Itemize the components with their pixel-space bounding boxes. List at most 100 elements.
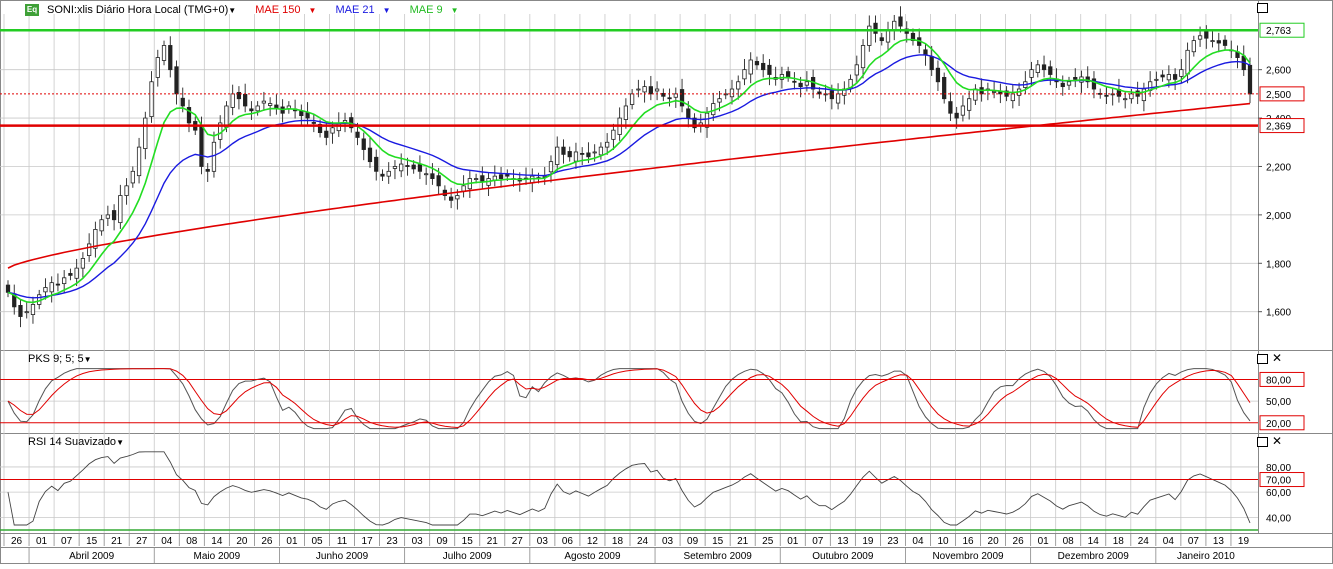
candle-body (1185, 49, 1190, 75)
candle-body (205, 168, 210, 172)
x-day-label: 13 (1213, 536, 1225, 547)
x-day-label: 20 (236, 536, 248, 547)
rsi-label[interactable]: RSI 14 Suavizado (28, 436, 116, 448)
x-month-label: Dezembro 2009 (1058, 551, 1130, 562)
candle-body (111, 210, 117, 221)
x-day-label: 23 (387, 536, 399, 547)
candle-body (835, 93, 841, 104)
x-month-label: Novembro 2009 (932, 551, 1004, 562)
pks-maximize-icon[interactable] (1257, 354, 1268, 364)
candle-body (1048, 66, 1053, 75)
symbol-dropdown-icon[interactable]: ▼ (228, 6, 236, 15)
main-pane-header[interactable]: Eq SONI:xlis Diário Hora Local (TMG+0)▼ M… (25, 3, 467, 18)
candle-body (561, 146, 566, 155)
candle-body (5, 284, 11, 293)
candle-body (973, 88, 978, 101)
rsi-dropdown-icon[interactable]: ▼ (116, 438, 124, 447)
pks-label[interactable]: PKS 9; 5; 5 (28, 353, 84, 365)
candle-body (1154, 78, 1159, 81)
candle-body (255, 105, 260, 112)
x-day-label: 21 (737, 536, 749, 547)
candle-body (1091, 78, 1097, 90)
candle-body (1141, 88, 1147, 102)
candle-body (892, 20, 897, 30)
pks-pane-header[interactable]: PKS 9; 5; 5▼ (28, 352, 100, 367)
candle-body (629, 93, 635, 105)
candle-body (711, 103, 716, 116)
candle-body (935, 67, 941, 83)
candle-body (1129, 93, 1134, 100)
candle-body (392, 166, 398, 169)
candle-body (942, 77, 947, 100)
candle-body (929, 56, 934, 71)
axis-value-label: 2,500 (1266, 90, 1291, 101)
candle-body (1179, 69, 1184, 77)
x-day-label: 12 (587, 536, 599, 547)
x-month-label: Janeiro 2010 (1177, 551, 1235, 562)
candle-body (1160, 74, 1165, 78)
candle-body (605, 141, 610, 148)
candle-body (236, 92, 242, 100)
candle-body (1210, 40, 1215, 43)
x-month-label: Julho 2009 (443, 551, 492, 562)
candle-body (1073, 77, 1078, 80)
candle-body (18, 305, 23, 317)
candle-body (249, 108, 254, 112)
candle-body (461, 185, 466, 192)
x-day-label: 24 (637, 536, 649, 547)
candle-body (1247, 64, 1253, 95)
candle-body (473, 178, 479, 180)
indicator-mae9[interactable]: MAE 9 (410, 4, 443, 16)
candle-body (1104, 94, 1109, 97)
rsi-maximize-icon[interactable] (1257, 437, 1268, 447)
candle-body (573, 151, 579, 162)
candle-body (230, 93, 235, 108)
mae9-dropdown-icon[interactable]: ▼ (451, 6, 459, 15)
mae21-dropdown-icon[interactable]: ▼ (383, 6, 391, 15)
pks-dropdown-icon[interactable]: ▼ (84, 355, 92, 364)
x-day-label: 01 (1038, 536, 1050, 547)
candle-body (854, 64, 859, 76)
x-day-label: 10 (937, 536, 949, 547)
candle-body (885, 30, 891, 43)
rsi-close-icon[interactable]: ✕ (1272, 435, 1282, 447)
candle-body (967, 98, 972, 111)
candle-body (224, 105, 229, 128)
candle-body (130, 170, 135, 184)
candle-body (879, 37, 884, 42)
candle-body (68, 273, 73, 276)
candle-body (673, 93, 678, 98)
candle-body (654, 88, 660, 92)
candle-body (361, 138, 366, 150)
rsi-pane-header[interactable]: RSI 14 Suavizado▼ (28, 435, 132, 450)
x-day-label: 01 (787, 536, 799, 547)
ma21-line (7, 54, 1251, 299)
candle-body (411, 164, 416, 170)
candle-body (679, 89, 685, 107)
candle-body (898, 16, 903, 27)
candle-body (592, 151, 597, 154)
maximize-icon[interactable] (1257, 3, 1268, 13)
pks-close-icon[interactable]: ✕ (1272, 352, 1282, 364)
candle-body (505, 173, 510, 177)
symbol-label[interactable]: SONI:xlis Diário Hora Local (TMG+0) (47, 4, 228, 16)
candle-body (954, 112, 959, 119)
candle-body (405, 165, 410, 167)
x-day-label: 08 (1063, 536, 1075, 547)
pks-k-line (7, 368, 1251, 430)
indicator-mae21[interactable]: MAE 21 (335, 4, 374, 16)
candle-body (586, 152, 591, 158)
candle-body (960, 105, 966, 116)
candle-body (873, 22, 878, 34)
axis-value-label: 2,369 (1266, 122, 1291, 133)
axis-value-label: 2,763 (1266, 26, 1291, 37)
candle-body (161, 45, 167, 61)
x-month-label: Maio 2009 (193, 551, 240, 562)
candle-body (1066, 81, 1072, 86)
x-day-label: 16 (962, 536, 974, 547)
candle-body (786, 71, 791, 78)
candle-body (180, 97, 185, 107)
candle-body (174, 66, 179, 95)
indicator-mae150[interactable]: MAE 150 (255, 4, 300, 16)
mae150-dropdown-icon[interactable]: ▼ (308, 6, 316, 15)
